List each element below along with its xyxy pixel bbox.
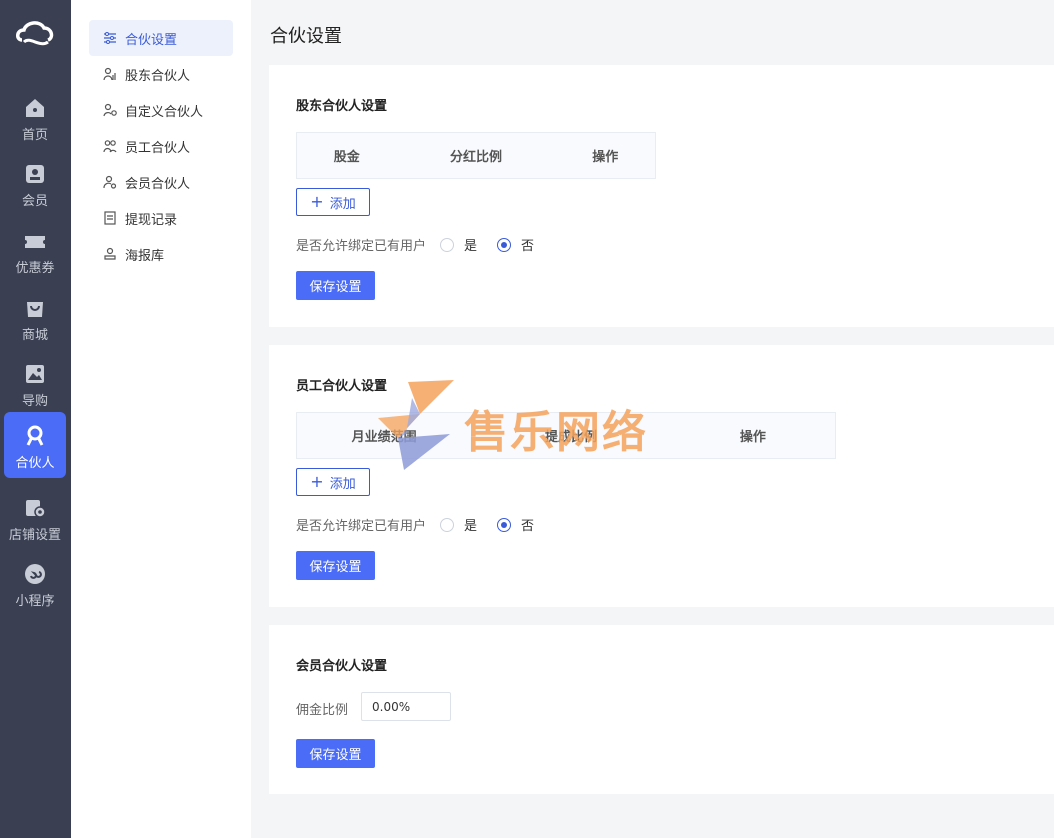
custom-partner-icon bbox=[103, 103, 117, 117]
radio-yes-label: 是 bbox=[464, 519, 478, 534]
employee-save-button[interactable]: 保存设置 bbox=[296, 551, 375, 580]
shareholder-add-button[interactable]: + 添加 bbox=[296, 188, 370, 216]
employee-icon bbox=[103, 140, 117, 153]
radio-no[interactable] bbox=[497, 517, 512, 532]
subnav-item-custom-partner[interactable]: 自定义合伙人 bbox=[89, 92, 233, 128]
rail-item-home[interactable]: 首页 bbox=[4, 86, 66, 150]
rail-item-store-settings[interactable]: 店铺设置 bbox=[4, 486, 66, 550]
shareholder-bind-option: 是否允许绑定已有用户 是 否 bbox=[296, 235, 534, 254]
subnav-item-employee-partner[interactable]: 员工合伙人 bbox=[89, 128, 233, 164]
shop-bag-icon bbox=[27, 302, 43, 317]
partner-icon bbox=[26, 425, 44, 446]
rail-label: 小程序 bbox=[15, 594, 55, 609]
subnav-label: 股东合伙人 bbox=[125, 68, 191, 84]
subnav-item-partner-settings[interactable]: 合伙设置 bbox=[89, 20, 233, 56]
subnav-label: 会员合伙人 bbox=[125, 176, 191, 192]
commission-input[interactable] bbox=[361, 692, 451, 721]
rail-item-coupon[interactable]: 优惠券 bbox=[4, 219, 66, 283]
home-icon bbox=[26, 99, 44, 117]
store-settings-icon bbox=[26, 500, 46, 518]
main-content: 合伙设置 股东合伙人设置 股金 分红比例 操作 + 添加 是否允许绑定已有用户 … bbox=[251, 0, 1054, 838]
rail-label: 导购 bbox=[21, 394, 48, 409]
commission-label: 佣金比例 bbox=[296, 703, 349, 718]
rail-item-guide[interactable]: 导购 bbox=[4, 352, 66, 416]
shareholder-icon bbox=[103, 67, 116, 81]
column-header: 股金 bbox=[333, 150, 360, 165]
rail-label: 会员 bbox=[21, 194, 48, 209]
rail-label: 店铺设置 bbox=[8, 528, 61, 543]
sub-navigation: 合伙设置 股东合伙人 自定义合伙人 员工合伙人 会员合伙人 提现记录 海报库 bbox=[71, 0, 251, 838]
page-title: 合伙设置 bbox=[270, 26, 342, 47]
column-header: 操作 bbox=[592, 150, 619, 165]
radio-yes-label: 是 bbox=[464, 239, 478, 254]
subnav-item-poster-library[interactable]: 海报库 bbox=[89, 236, 233, 272]
add-label: 添加 bbox=[329, 196, 356, 212]
rail-item-partner[interactable]: 合伙人 bbox=[4, 412, 66, 478]
image-icon bbox=[26, 365, 44, 383]
radio-yes[interactable] bbox=[440, 237, 455, 252]
poster-icon bbox=[104, 247, 116, 260]
shareholder-title: 股东合伙人设置 bbox=[296, 99, 388, 114]
bind-question: 是否允许绑定已有用户 bbox=[296, 239, 427, 254]
bind-question: 是否允许绑定已有用户 bbox=[296, 519, 427, 534]
sliders-icon bbox=[104, 32, 116, 44]
member-partner-icon bbox=[103, 175, 117, 189]
shareholder-table-header: 股金 分红比例 操作 bbox=[296, 132, 656, 179]
column-header: 操作 bbox=[739, 430, 766, 445]
radio-no-label: 否 bbox=[521, 239, 535, 254]
subnav-item-shareholder[interactable]: 股东合伙人 bbox=[89, 56, 233, 92]
left-rail: 首页 会员 优惠券 商城 导购 合伙人 店铺设置 小程序 bbox=[0, 0, 71, 838]
employee-table-header: 月业绩范围 提成比例 操作 bbox=[296, 412, 836, 459]
plus-icon: + bbox=[310, 192, 324, 211]
member-settings-card: 会员合伙人设置 佣金比例 保存设置 bbox=[269, 625, 1054, 794]
column-header: 月业绩范围 bbox=[351, 430, 417, 445]
mini-program-icon bbox=[25, 564, 45, 584]
subnav-label: 提现记录 bbox=[125, 212, 178, 228]
member-icon bbox=[26, 165, 44, 183]
employee-add-button[interactable]: + 添加 bbox=[296, 468, 370, 496]
member-save-button[interactable]: 保存设置 bbox=[296, 739, 375, 768]
rail-label: 合伙人 bbox=[15, 456, 55, 471]
app-logo bbox=[16, 21, 54, 46]
plus-icon: + bbox=[310, 472, 324, 491]
subnav-label: 员工合伙人 bbox=[125, 140, 191, 156]
employee-settings-card: 员工合伙人设置 月业绩范围 提成比例 操作 + 添加 是否允许绑定已有用户 是 … bbox=[269, 345, 1054, 607]
rail-item-member[interactable]: 会员 bbox=[4, 152, 66, 216]
member-title: 会员合伙人设置 bbox=[296, 659, 388, 674]
subnav-label: 自定义合伙人 bbox=[125, 104, 204, 120]
rail-item-mini-program[interactable]: 小程序 bbox=[4, 552, 66, 616]
column-header: 提成比例 bbox=[544, 430, 597, 445]
shareholder-save-button[interactable]: 保存设置 bbox=[296, 271, 375, 300]
record-icon bbox=[104, 211, 116, 225]
radio-yes[interactable] bbox=[440, 517, 455, 532]
rail-label: 商城 bbox=[21, 328, 48, 343]
employee-title: 员工合伙人设置 bbox=[296, 379, 388, 394]
subnav-label: 合伙设置 bbox=[125, 32, 178, 48]
employee-bind-option: 是否允许绑定已有用户 是 否 bbox=[296, 515, 534, 534]
subnav-label: 海报库 bbox=[125, 248, 165, 264]
subnav-item-member-partner[interactable]: 会员合伙人 bbox=[89, 164, 233, 200]
coupon-icon bbox=[25, 236, 45, 248]
rail-label: 首页 bbox=[21, 128, 48, 143]
radio-no-label: 否 bbox=[521, 519, 535, 534]
rail-label: 优惠券 bbox=[15, 261, 55, 276]
column-header: 分红比例 bbox=[449, 150, 502, 165]
shareholder-settings-card: 股东合伙人设置 股金 分红比例 操作 + 添加 是否允许绑定已有用户 是 否 保… bbox=[269, 65, 1054, 327]
add-label: 添加 bbox=[329, 476, 356, 492]
subnav-item-withdraw-records[interactable]: 提现记录 bbox=[89, 200, 233, 236]
rail-item-shop[interactable]: 商城 bbox=[4, 286, 66, 350]
radio-no[interactable] bbox=[497, 237, 512, 252]
